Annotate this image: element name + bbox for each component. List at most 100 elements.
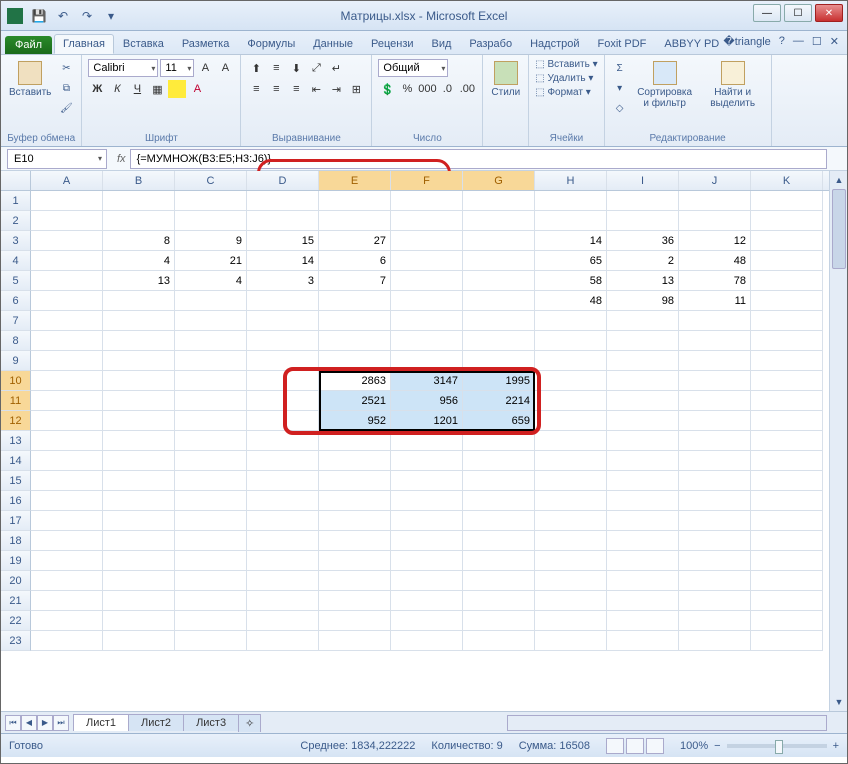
cell-D15[interactable] (247, 471, 319, 491)
cell-E6[interactable] (319, 291, 391, 311)
cell-A20[interactable] (31, 571, 103, 591)
cell-I7[interactable] (607, 311, 679, 331)
cell-J11[interactable] (679, 391, 751, 411)
row-header-4[interactable]: 4 (1, 251, 31, 271)
cell-H12[interactable] (535, 411, 607, 431)
cell-B9[interactable] (103, 351, 175, 371)
cell-G1[interactable] (463, 191, 535, 211)
cell-C8[interactable] (175, 331, 247, 351)
cell-C15[interactable] (175, 471, 247, 491)
cell-E8[interactable] (319, 331, 391, 351)
tab-file[interactable]: Файл (5, 36, 52, 54)
cell-I4[interactable]: 2 (607, 251, 679, 271)
cell-I8[interactable] (607, 331, 679, 351)
align-bottom-icon[interactable]: ⬇ (287, 59, 305, 77)
cell-D23[interactable] (247, 631, 319, 651)
cell-C10[interactable] (175, 371, 247, 391)
scroll-thumb[interactable] (832, 189, 846, 269)
cell-E15[interactable] (319, 471, 391, 491)
cell-J21[interactable] (679, 591, 751, 611)
cell-F11[interactable]: 956 (391, 391, 463, 411)
cell-B3[interactable]: 8 (103, 231, 175, 251)
tab-review[interactable]: Рецензи (362, 34, 423, 54)
tab-insert[interactable]: Вставка (114, 34, 173, 54)
cell-E13[interactable] (319, 431, 391, 451)
cell-H11[interactable] (535, 391, 607, 411)
cell-J13[interactable] (679, 431, 751, 451)
cell-I10[interactable] (607, 371, 679, 391)
dec-decimal-icon[interactable]: .00 (458, 80, 476, 98)
cell-K1[interactable] (751, 191, 823, 211)
cell-A21[interactable] (31, 591, 103, 611)
cell-G6[interactable] (463, 291, 535, 311)
cell-J12[interactable] (679, 411, 751, 431)
inc-decimal-icon[interactable]: .0 (438, 80, 456, 98)
cell-A23[interactable] (31, 631, 103, 651)
help-icon[interactable]: ? (779, 35, 785, 48)
cell-A11[interactable] (31, 391, 103, 411)
scroll-down-icon[interactable]: ▼ (830, 693, 848, 711)
border-icon[interactable]: ▦ (148, 80, 166, 98)
row-header-16[interactable]: 16 (1, 491, 31, 511)
cell-E21[interactable] (319, 591, 391, 611)
ribbon-minimize-icon[interactable]: �triangle (723, 35, 770, 48)
comma-icon[interactable]: 000 (418, 80, 436, 98)
cell-J1[interactable] (679, 191, 751, 211)
cell-B8[interactable] (103, 331, 175, 351)
cell-E5[interactable]: 7 (319, 271, 391, 291)
copy-icon[interactable]: ⧉ (57, 79, 75, 97)
cell-D6[interactable] (247, 291, 319, 311)
fx-label[interactable]: fx (113, 153, 130, 165)
cell-J10[interactable] (679, 371, 751, 391)
zoom-in-icon[interactable]: + (833, 740, 839, 752)
cell-C4[interactable]: 21 (175, 251, 247, 271)
cell-F6[interactable] (391, 291, 463, 311)
tab-developer[interactable]: Разрабо (460, 34, 521, 54)
cell-K6[interactable] (751, 291, 823, 311)
cell-C22[interactable] (175, 611, 247, 631)
cell-K16[interactable] (751, 491, 823, 511)
sheet-tab-3[interactable]: Лист3 (183, 714, 239, 731)
cell-K23[interactable] (751, 631, 823, 651)
cell-B10[interactable] (103, 371, 175, 391)
cell-E3[interactable]: 27 (319, 231, 391, 251)
cell-E16[interactable] (319, 491, 391, 511)
align-top-icon[interactable]: ⬆ (247, 59, 265, 77)
cell-F21[interactable] (391, 591, 463, 611)
cell-D10[interactable] (247, 371, 319, 391)
cell-B23[interactable] (103, 631, 175, 651)
cell-E1[interactable] (319, 191, 391, 211)
col-header-I[interactable]: I (607, 171, 679, 190)
cell-D22[interactable] (247, 611, 319, 631)
close-button[interactable]: ✕ (815, 4, 843, 22)
cell-G2[interactable] (463, 211, 535, 231)
cell-J5[interactable]: 78 (679, 271, 751, 291)
row-header-11[interactable]: 11 (1, 391, 31, 411)
row-header-8[interactable]: 8 (1, 331, 31, 351)
cell-B2[interactable] (103, 211, 175, 231)
cell-E22[interactable] (319, 611, 391, 631)
cell-J16[interactable] (679, 491, 751, 511)
first-sheet-icon[interactable]: ⏮ (5, 715, 21, 731)
wrap-text-icon[interactable]: ↵ (327, 59, 345, 77)
row-header-13[interactable]: 13 (1, 431, 31, 451)
cell-G11[interactable]: 2214 (463, 391, 535, 411)
cell-J17[interactable] (679, 511, 751, 531)
cut-icon[interactable]: ✂ (57, 59, 75, 77)
cell-G8[interactable] (463, 331, 535, 351)
cell-H9[interactable] (535, 351, 607, 371)
cell-H13[interactable] (535, 431, 607, 451)
fill-color-icon[interactable] (168, 80, 186, 98)
row-header-6[interactable]: 6 (1, 291, 31, 311)
page-break-view-icon[interactable] (646, 738, 664, 754)
cell-G10[interactable]: 1995 (463, 371, 535, 391)
cell-D7[interactable] (247, 311, 319, 331)
cell-J14[interactable] (679, 451, 751, 471)
horizontal-scrollbar[interactable] (507, 715, 827, 731)
cell-G12[interactable]: 659 (463, 411, 535, 431)
cell-I19[interactable] (607, 551, 679, 571)
cell-J22[interactable] (679, 611, 751, 631)
cell-F2[interactable] (391, 211, 463, 231)
worksheet-grid[interactable]: ABCDEFGHIJK 1238915271436124421146652485… (1, 171, 847, 711)
cell-D14[interactable] (247, 451, 319, 471)
